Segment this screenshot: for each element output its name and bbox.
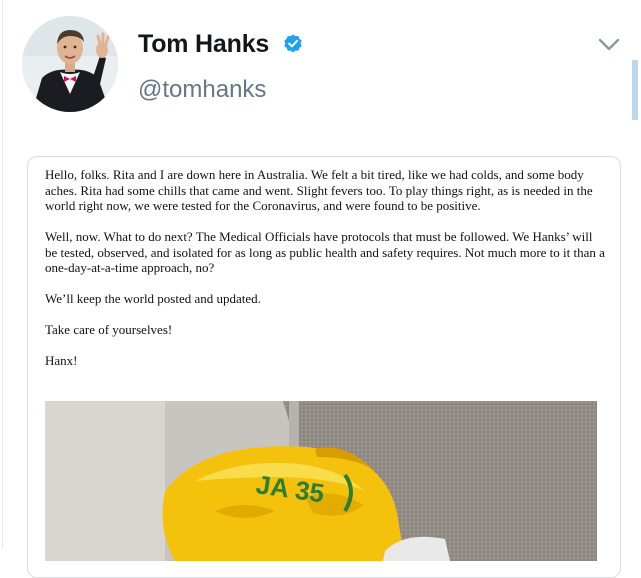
user-handle[interactable]: @tomhanks xyxy=(138,76,266,104)
scrollbar-thumb[interactable] xyxy=(632,60,638,120)
letter-paragraph: Hello, folks. Rita and I are down here i… xyxy=(45,167,593,213)
tweet-header: Tom Hanks @tomhanks xyxy=(20,14,620,124)
letter-text: Hello, folks. Rita and I are down here i… xyxy=(45,167,605,384)
avatar[interactable] xyxy=(22,16,118,112)
verified-badge-icon xyxy=(284,34,302,53)
letter-paragraph: Take care of yourselves! xyxy=(45,322,173,337)
chevron-down-icon[interactable] xyxy=(598,38,620,52)
letter-photo: JA 35 xyxy=(45,401,597,561)
letter-paragraph: Well, now. What to do next? The Medical … xyxy=(45,229,605,275)
left-border xyxy=(2,0,3,549)
avatar-photo xyxy=(22,16,118,112)
letter-paragraph: We’ll keep the world posted and updated. xyxy=(45,291,261,306)
letter-paragraph: Hanx! xyxy=(45,353,78,368)
tweet-media-card[interactable]: Hello, folks. Rita and I are down here i… xyxy=(27,156,621,578)
yellow-bag-photo: JA 35 xyxy=(45,401,597,561)
display-name[interactable]: Tom Hanks xyxy=(138,30,269,59)
